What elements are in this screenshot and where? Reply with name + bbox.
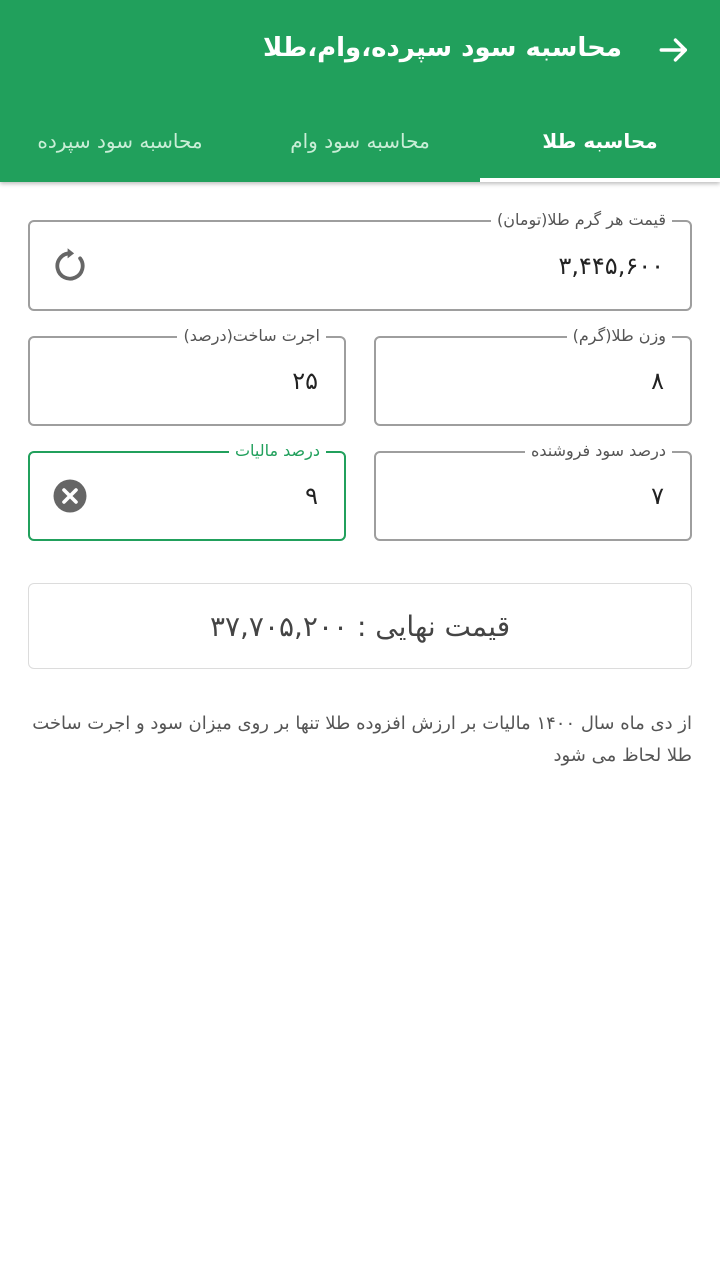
page-title: محاسبه سود سپرده،وام،طلا: [262, 33, 622, 63]
making-fee-field[interactable]: اجرت ساخت(درصد) ۲۵: [28, 325, 346, 426]
refresh-button[interactable]: [50, 246, 90, 286]
gold-weight-value: ۸: [651, 367, 664, 395]
seller-profit-value: ۷: [651, 482, 664, 510]
gold-weight-field[interactable]: وزن طلا(گرم) ۸: [374, 325, 692, 426]
tab-loan-interest[interactable]: محاسبه سود وام: [240, 100, 480, 182]
tax-percent-value: ۹: [305, 482, 318, 510]
clear-button[interactable]: [50, 476, 90, 516]
arrow-right-icon: [659, 38, 688, 62]
clear-icon: [53, 479, 87, 513]
seller-profit-label: درصد سود فروشنده: [524, 440, 672, 462]
app-bar: محاسبه سود سپرده،وام،طلا محاسبه طلا محاس…: [0, 0, 720, 182]
tax-percent-field[interactable]: درصد مالیات ۹: [28, 440, 346, 541]
gold-price-field[interactable]: قیمت هر گرم طلا(تومان) ۳,۴۴۵,۶۰۰: [28, 209, 692, 311]
tab-indicator: [480, 178, 720, 182]
gold-price-value: ۳,۴۴۵,۶۰۰: [558, 251, 665, 280]
back-button[interactable]: [650, 26, 698, 74]
seller-profit-field[interactable]: درصد سود فروشنده ۷: [374, 440, 692, 541]
tax-note: از دی ماه سال ۱۴۰۰ مالیات بر ارزش افزوده…: [32, 713, 692, 766]
tab-deposit-interest[interactable]: محاسبه سود سپرده: [0, 100, 240, 182]
refresh-icon: [55, 247, 85, 280]
tab-gold-calculation[interactable]: محاسبه طلا: [480, 100, 720, 182]
final-price-box: قیمت نهایی : ۳۷,۷۰۵,۲۰۰: [28, 583, 692, 669]
making-fee-value: ۲۵: [292, 367, 318, 395]
tab-bar: محاسبه طلا محاسبه سود وام محاسبه سود سپر…: [0, 100, 720, 182]
